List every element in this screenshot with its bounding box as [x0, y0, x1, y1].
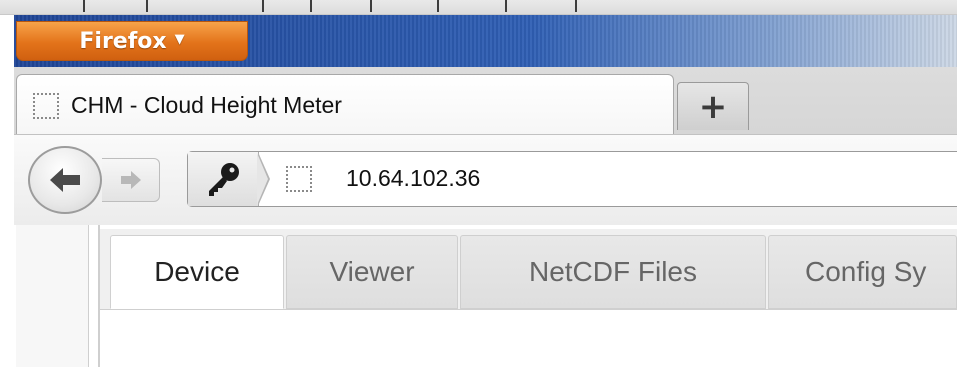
browser-tab-active[interactable]: CHM - Cloud Height Meter: [16, 74, 674, 136]
screen: Firefox ▼ CHM - Cloud Height Meter + 10.: [0, 0, 957, 367]
forward-button[interactable]: [102, 158, 160, 202]
desktop-strip: [0, 0, 957, 15]
tab-label: Device: [154, 256, 240, 287]
tab-label: NetCDF Files: [528, 256, 697, 287]
divider: [146, 0, 148, 12]
firefox-menu-label: Firefox: [79, 28, 167, 54]
tab-label: Config Sy: [805, 256, 927, 287]
site-identity-button[interactable]: [188, 152, 259, 206]
divider: [262, 0, 264, 12]
page-placeholder-icon: [286, 166, 312, 192]
page-placeholder-icon: [33, 92, 59, 119]
new-tab-button[interactable]: +: [677, 82, 749, 130]
divider: [505, 0, 507, 12]
url-bar[interactable]: 10.64.102.36: [187, 151, 957, 207]
url-input[interactable]: 10.64.102.36: [346, 165, 480, 192]
back-button[interactable]: [28, 146, 102, 214]
divider: [575, 0, 577, 12]
divider: [370, 0, 372, 12]
tab-netcdf-files[interactable]: NetCDF Files: [460, 235, 766, 309]
tab-viewer[interactable]: Viewer: [286, 235, 458, 309]
firefox-menu-button[interactable]: Firefox ▼: [16, 21, 248, 61]
tab-config[interactable]: Config Sy: [768, 235, 957, 309]
tab-title: CHM - Cloud Height Meter: [71, 92, 342, 118]
arrow-right-icon: [120, 171, 141, 189]
arrow-left-icon: [50, 168, 80, 192]
chevron-down-icon: ▼: [174, 31, 185, 47]
key-icon: [209, 163, 239, 196]
tab-device[interactable]: Device: [110, 235, 284, 309]
divider: [310, 0, 312, 12]
page-left-margin: [16, 225, 89, 367]
identity-divider: [257, 153, 268, 205]
divider: [437, 0, 439, 12]
tab-label: Viewer: [329, 256, 415, 287]
plus-icon: +: [698, 86, 728, 127]
divider: [83, 0, 85, 12]
